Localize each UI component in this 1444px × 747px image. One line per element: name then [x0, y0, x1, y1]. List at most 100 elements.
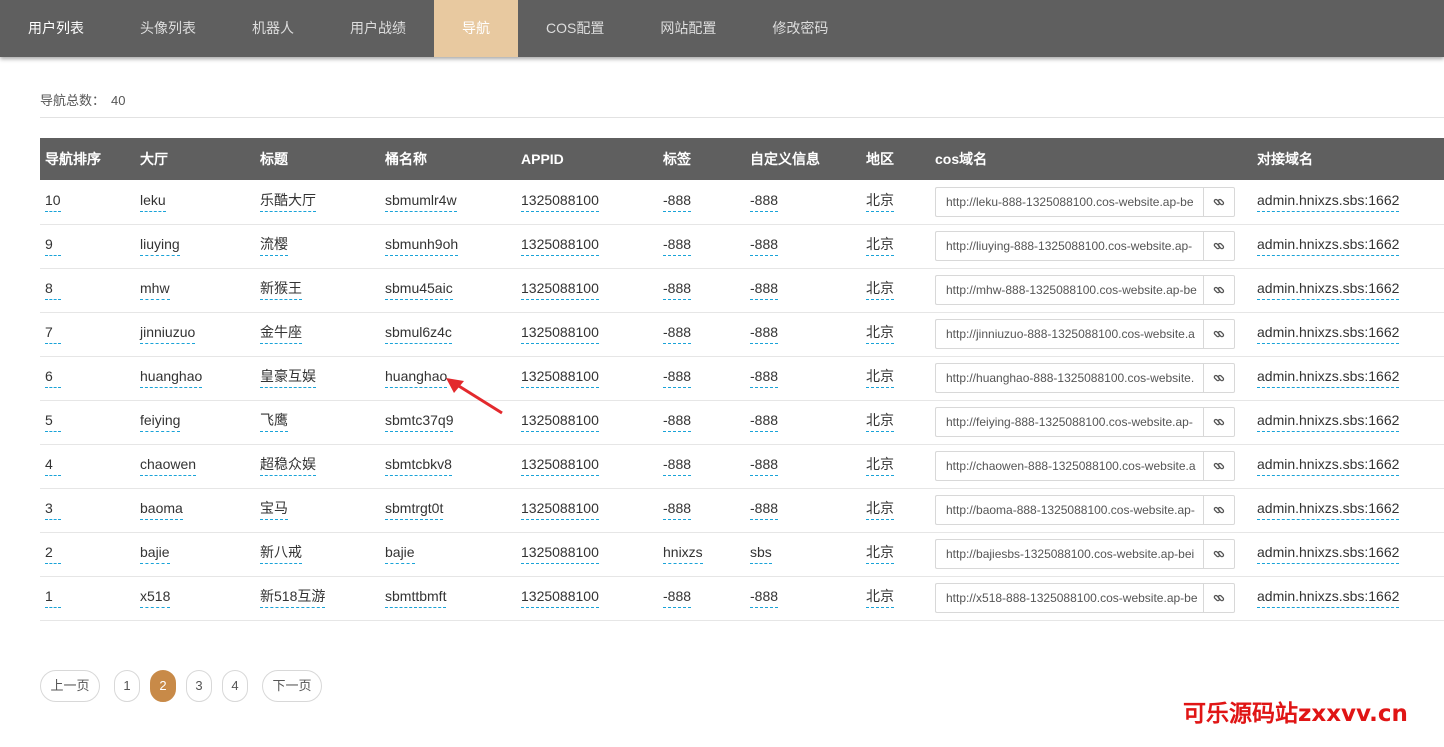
- order-value[interactable]: 7: [45, 324, 61, 344]
- cos-domain-input[interactable]: http://liuying-888-1325088100.cos-websit…: [935, 231, 1203, 261]
- region-value[interactable]: 北京: [866, 324, 894, 344]
- cos-domain-input[interactable]: http://jinniuzuo-888-1325088100.cos-webs…: [935, 319, 1203, 349]
- order-value[interactable]: 8: [45, 280, 61, 300]
- custom-value[interactable]: -888: [750, 500, 779, 520]
- appid-value[interactable]: 1325088100: [521, 500, 599, 520]
- copy-link-button[interactable]: [1203, 186, 1235, 217]
- page-3-button[interactable]: 3: [186, 670, 212, 702]
- custom-value[interactable]: -888: [750, 368, 779, 388]
- hall-value[interactable]: baoma: [140, 500, 183, 520]
- custom-value[interactable]: -888: [750, 456, 779, 476]
- tab-user-list[interactable]: 用户列表: [0, 0, 112, 57]
- hall-value[interactable]: huanghao: [140, 368, 203, 388]
- order-value[interactable]: 6: [45, 368, 61, 388]
- copy-link-button[interactable]: [1203, 539, 1235, 569]
- appid-value[interactable]: 1325088100: [521, 236, 599, 256]
- custom-value[interactable]: -888: [750, 412, 779, 432]
- prev-page-button[interactable]: 上一页: [40, 670, 100, 702]
- bucket-value[interactable]: sbmtcbkv8: [385, 456, 452, 476]
- target-domain-value[interactable]: admin.hnixzs.sbs:1662: [1257, 280, 1400, 300]
- region-value[interactable]: 北京: [866, 544, 894, 564]
- target-domain-value[interactable]: admin.hnixzs.sbs:1662: [1257, 544, 1400, 564]
- region-value[interactable]: 北京: [866, 456, 894, 476]
- order-value[interactable]: 3: [45, 500, 61, 520]
- region-value[interactable]: 北京: [866, 412, 894, 432]
- custom-value[interactable]: -888: [750, 236, 779, 256]
- tag-value[interactable]: -888: [663, 280, 692, 300]
- target-domain-value[interactable]: admin.hnixzs.sbs:1662: [1257, 324, 1400, 344]
- cos-domain-input[interactable]: http://huanghao-888-1325088100.cos-websi…: [935, 363, 1203, 393]
- copy-link-button[interactable]: [1203, 319, 1235, 349]
- region-value[interactable]: 北京: [866, 236, 894, 256]
- title-value[interactable]: 皇豪互娱: [260, 368, 316, 388]
- bucket-value[interactable]: sbmtrgt0t: [385, 500, 444, 520]
- title-value[interactable]: 新猴王: [260, 280, 302, 300]
- hall-value[interactable]: leku: [140, 192, 166, 212]
- target-domain-value[interactable]: admin.hnixzs.sbs:1662: [1257, 588, 1400, 608]
- title-value[interactable]: 流樱: [260, 236, 288, 256]
- tag-value[interactable]: -888: [663, 456, 692, 476]
- custom-value[interactable]: -888: [750, 192, 779, 212]
- tag-value[interactable]: -888: [663, 412, 692, 432]
- target-domain-value[interactable]: admin.hnixzs.sbs:1662: [1257, 500, 1400, 520]
- tag-value[interactable]: -888: [663, 500, 692, 520]
- region-value[interactable]: 北京: [866, 192, 894, 212]
- bucket-value[interactable]: sbmttbmft: [385, 588, 447, 608]
- tag-value[interactable]: -888: [663, 236, 692, 256]
- bucket-value[interactable]: sbmunh9oh: [385, 236, 459, 256]
- title-value[interactable]: 超稳众娱: [260, 456, 316, 476]
- region-value[interactable]: 北京: [866, 280, 894, 300]
- tag-value[interactable]: -888: [663, 192, 692, 212]
- hall-value[interactable]: mhw: [140, 280, 170, 300]
- target-domain-value[interactable]: admin.hnixzs.sbs:1662: [1257, 236, 1400, 256]
- hall-value[interactable]: feiying: [140, 412, 181, 432]
- appid-value[interactable]: 1325088100: [521, 588, 599, 608]
- order-value[interactable]: 2: [45, 544, 61, 564]
- copy-link-button[interactable]: [1203, 231, 1235, 261]
- cos-domain-input[interactable]: http://mhw-888-1325088100.cos-website.ap…: [935, 275, 1203, 305]
- order-value[interactable]: 9: [45, 236, 61, 256]
- title-value[interactable]: 宝马: [260, 500, 288, 520]
- region-value[interactable]: 北京: [866, 368, 894, 388]
- bucket-value[interactable]: sbmumlr4w: [385, 192, 457, 212]
- bucket-value[interactable]: sbmul6z4c: [385, 324, 452, 344]
- tag-value[interactable]: -888: [663, 324, 692, 344]
- copy-link-button[interactable]: [1203, 275, 1235, 305]
- hall-value[interactable]: chaowen: [140, 456, 197, 476]
- appid-value[interactable]: 1325088100: [521, 368, 599, 388]
- title-value[interactable]: 乐酷大厅: [260, 192, 316, 212]
- hall-value[interactable]: x518: [140, 588, 171, 608]
- appid-value[interactable]: 1325088100: [521, 280, 599, 300]
- order-value[interactable]: 5: [45, 412, 61, 432]
- tag-value[interactable]: -888: [663, 588, 692, 608]
- custom-value[interactable]: -888: [750, 588, 779, 608]
- target-domain-value[interactable]: admin.hnixzs.sbs:1662: [1257, 412, 1400, 432]
- target-domain-value[interactable]: admin.hnixzs.sbs:1662: [1257, 192, 1400, 212]
- appid-value[interactable]: 1325088100: [521, 192, 599, 212]
- page-4-button[interactable]: 4: [222, 670, 248, 702]
- copy-link-button[interactable]: [1203, 583, 1235, 613]
- cos-domain-input[interactable]: http://leku-888-1325088100.cos-website.a…: [935, 186, 1203, 217]
- tab-navigation[interactable]: 导航: [434, 0, 518, 57]
- title-value[interactable]: 新八戒: [260, 544, 302, 564]
- copy-link-button[interactable]: [1203, 451, 1235, 481]
- tab-robot[interactable]: 机器人: [224, 0, 322, 57]
- hall-value[interactable]: bajie: [140, 544, 170, 564]
- copy-link-button[interactable]: [1203, 495, 1235, 525]
- tag-value[interactable]: hnixzs: [663, 544, 703, 564]
- title-value[interactable]: 飞鹰: [260, 412, 288, 432]
- custom-value[interactable]: -888: [750, 280, 779, 300]
- tab-user-record[interactable]: 用户战绩: [322, 0, 434, 57]
- tag-value[interactable]: -888: [663, 368, 692, 388]
- cos-domain-input[interactable]: http://x518-888-1325088100.cos-website.a…: [935, 583, 1203, 613]
- title-value[interactable]: 金牛座: [260, 324, 302, 344]
- cos-domain-input[interactable]: http://chaowen-888-1325088100.cos-websit…: [935, 451, 1203, 481]
- target-domain-value[interactable]: admin.hnixzs.sbs:1662: [1257, 456, 1400, 476]
- copy-link-button[interactable]: [1203, 363, 1235, 393]
- page-2-button[interactable]: 2: [150, 670, 176, 702]
- hall-value[interactable]: liuying: [140, 236, 180, 256]
- appid-value[interactable]: 1325088100: [521, 544, 599, 564]
- cos-domain-input[interactable]: http://baoma-888-1325088100.cos-website.…: [935, 495, 1203, 525]
- next-page-button[interactable]: 下一页: [262, 670, 322, 702]
- hall-value[interactable]: jinniuzuo: [140, 324, 196, 344]
